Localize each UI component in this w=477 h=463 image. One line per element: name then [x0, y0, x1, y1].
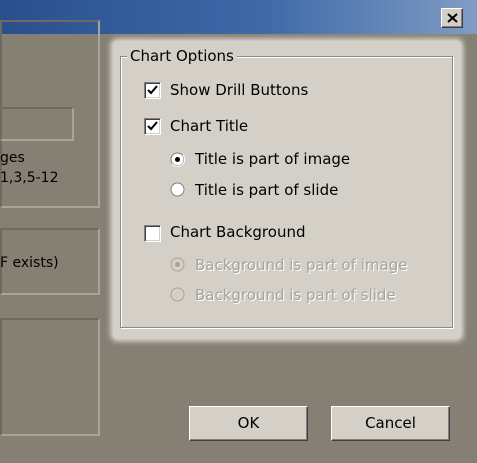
show-drill-buttons-checkbox[interactable]	[144, 82, 161, 99]
left-panel-input[interactable]	[0, 107, 74, 141]
cancel-button[interactable]: Cancel	[331, 406, 450, 441]
background-part-of-image-label: Background is part of image	[195, 256, 408, 274]
chart-title-label[interactable]: Chart Title	[170, 117, 248, 135]
title-part-of-slide-radio[interactable]	[170, 182, 185, 197]
pages-label: ges	[0, 150, 25, 166]
background-part-of-slide-radio	[170, 287, 185, 302]
ok-button[interactable]: OK	[189, 406, 308, 441]
show-drill-buttons-label[interactable]: Show Drill Buttons	[170, 81, 308, 99]
checkmark-icon	[147, 121, 158, 131]
close-button[interactable]	[441, 8, 463, 28]
chart-background-checkbox[interactable]	[144, 225, 161, 242]
close-icon	[447, 13, 458, 23]
background-part-of-image-radio	[170, 257, 185, 272]
pages-example-text: 1,3,5-12	[0, 170, 59, 186]
title-part-of-image-radio[interactable]	[170, 152, 185, 167]
background-part-of-slide-label: Background is part of slide	[195, 286, 396, 304]
title-part-of-slide-label[interactable]: Title is part of slide	[195, 181, 338, 199]
title-part-of-image-label[interactable]: Title is part of image	[195, 150, 350, 168]
left-panel-box	[0, 318, 100, 436]
chart-options-title: Chart Options	[127, 47, 237, 65]
chart-background-label[interactable]: Chart Background	[170, 223, 305, 241]
checkmark-icon	[147, 85, 158, 95]
chart-title-checkbox[interactable]	[144, 118, 161, 135]
exists-text: F exists)	[0, 255, 59, 271]
